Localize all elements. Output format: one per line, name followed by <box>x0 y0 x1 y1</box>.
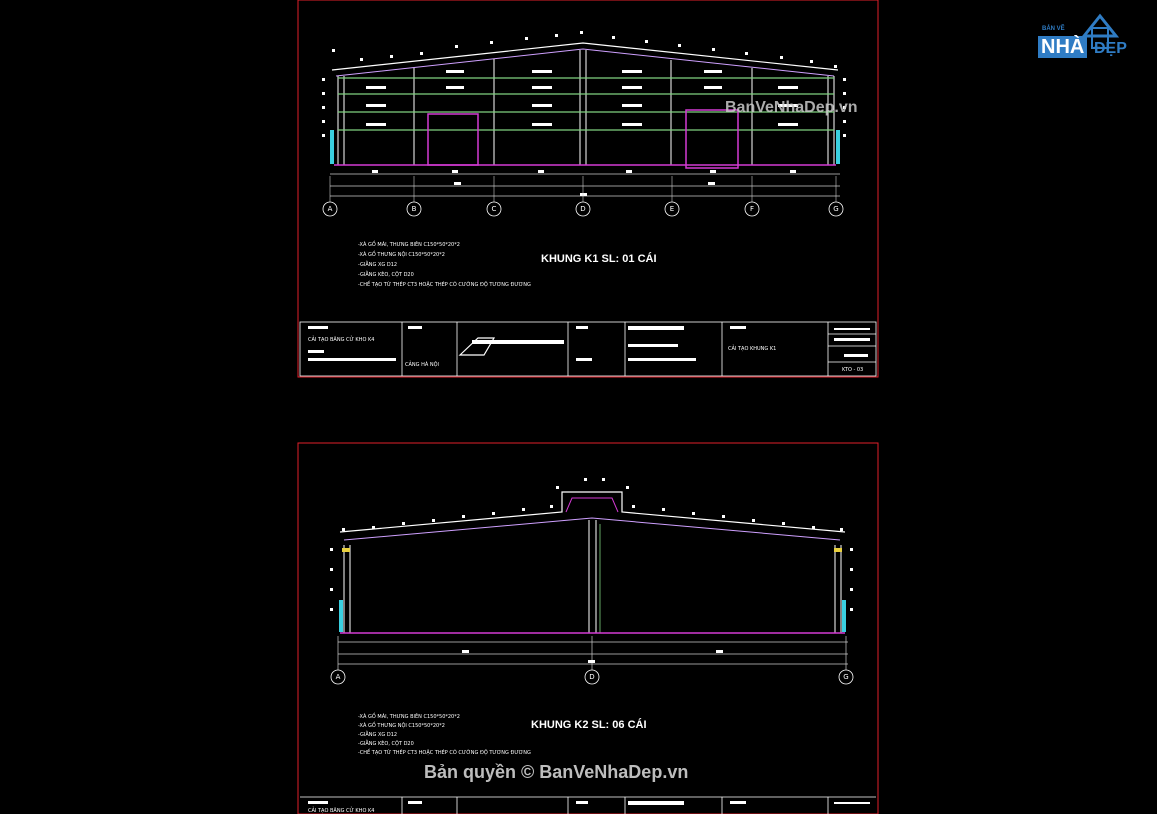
sheet-1-door-right <box>685 109 739 169</box>
titleblock-project: CẢI TẠO BĂNG CỬ KHO K4 <box>308 335 374 343</box>
watermark-bottom: Bản quyền © BanVeNhaDep.vn <box>424 762 689 782</box>
logo-tail-text: ĐẸP <box>1094 40 1127 57</box>
axis-label: A <box>328 205 333 213</box>
sheet-2-knee-right <box>834 548 842 552</box>
axis-label: C <box>492 205 497 213</box>
cad-drawing-canvas[interactable]: A B C D E F G -XÀ GỒ MÁI, THƯNG BIÊN C15… <box>0 0 1157 814</box>
axis-label: E <box>670 205 674 213</box>
note-line: -GIẰNG KÈO, CỘT D20 <box>358 270 414 278</box>
sheet-2-base-right <box>842 600 846 632</box>
note-line: -GIẰNG XG D12 <box>358 260 397 268</box>
note-line: -XÀ GỒ THƯNG NỘI C150*50*20*2 <box>358 249 445 258</box>
logo-top-text: BẢN VẼ <box>1042 26 1065 32</box>
sheet-1: A B C D E F G -XÀ GỒ MÁI, THƯNG BIÊN C15… <box>297 0 879 378</box>
note-line: -CHẾ TẠO TỪ THÉP CT3 HOẶC THÉP CÓ CƯỜNG … <box>358 748 531 756</box>
axis-label: G <box>843 673 848 681</box>
sheet-2: A D G -XÀ GỒ MÁI, THƯNG BIÊN C150*50*20*… <box>297 442 879 814</box>
axis-label: D <box>580 205 585 213</box>
axis-label: B <box>412 205 417 213</box>
axis-label: G <box>833 205 838 213</box>
sheet-2-knee-left <box>342 548 350 552</box>
frame-title-k2: KHUNG K2 SL: 06 CÁI <box>531 718 647 731</box>
sheet-2-axis-bubbles: A D G <box>330 669 854 685</box>
axis-label: A <box>336 673 341 681</box>
sheet-1-titleblock-fills <box>308 326 870 361</box>
sheet-2-titleblock <box>300 796 876 814</box>
sheet-2-dim-labels <box>462 650 723 663</box>
sheet-1-base-right <box>836 130 840 164</box>
watermark-corner: BanVeNhaDep.vn <box>725 99 858 116</box>
sheet-1-dimensions <box>330 173 840 197</box>
sheet-1-roof-inner <box>335 48 835 77</box>
note-line: -GIẰNG XG D12 <box>358 730 397 738</box>
sheet-1-roof-marks <box>322 31 846 137</box>
sheet-1-roof-outer <box>331 42 839 71</box>
sheet-2-columns <box>343 520 842 633</box>
note-line: -XÀ GỒ THƯNG NỘI C150*50*20*2 <box>358 720 445 729</box>
note-line: -XÀ GỒ MÁI, THƯNG BIÊN C150*50*20*2 <box>358 711 460 720</box>
sheet-2-border <box>297 442 879 814</box>
logo-main-text: NHÀ <box>1038 36 1088 58</box>
sheet-2-roof-inner <box>343 517 841 541</box>
sheet-2-notes: -XÀ GỒ MÁI, THƯNG BIÊN C150*50*20*2 -XÀ … <box>358 711 531 756</box>
axis-label: F <box>750 205 754 213</box>
note-line: -XÀ GỒ MÁI, THƯNG BIÊN C150*50*20*2 <box>358 239 460 248</box>
note-line: -GIẰNG KÈO, CỘT D20 <box>358 739 414 747</box>
axis-label: D <box>589 673 594 681</box>
titleblock-location: CẢNG HÀ NỘI <box>405 360 439 368</box>
sheet-2-base-left <box>339 600 343 632</box>
sheet-1-titleblock <box>299 321 877 377</box>
sheet-2-monitor <box>565 497 619 513</box>
sheet-2-dimensions <box>337 636 848 670</box>
frame-title-k1: KHUNG K1 SL: 01 CÁI <box>541 252 657 265</box>
titleblock-project: CẢI TẠO BĂNG CỬ KHO K4 <box>308 806 374 814</box>
sheet-1-notes: -XÀ GỒ MÁI, THƯNG BIÊN C150*50*20*2 -XÀ … <box>358 239 531 288</box>
note-line: -CHẾ TẠO TỪ THÉP CT3 HOẶC THÉP CÓ CƯỜNG … <box>358 280 531 288</box>
sheet-1-border <box>297 0 879 378</box>
sheet-2-titleblock-fills <box>308 801 870 805</box>
site-logo[interactable]: BẢN VẼ NHÀ ĐẸP <box>1032 10 1150 66</box>
titleblock-drawing-name: CẢI TẠO KHUNG K1 <box>728 344 776 352</box>
sheet-1-base-left <box>330 130 334 164</box>
titleblock-drawing-no: KTO - 03 <box>842 367 863 373</box>
sheet-1-door-left <box>427 113 479 166</box>
